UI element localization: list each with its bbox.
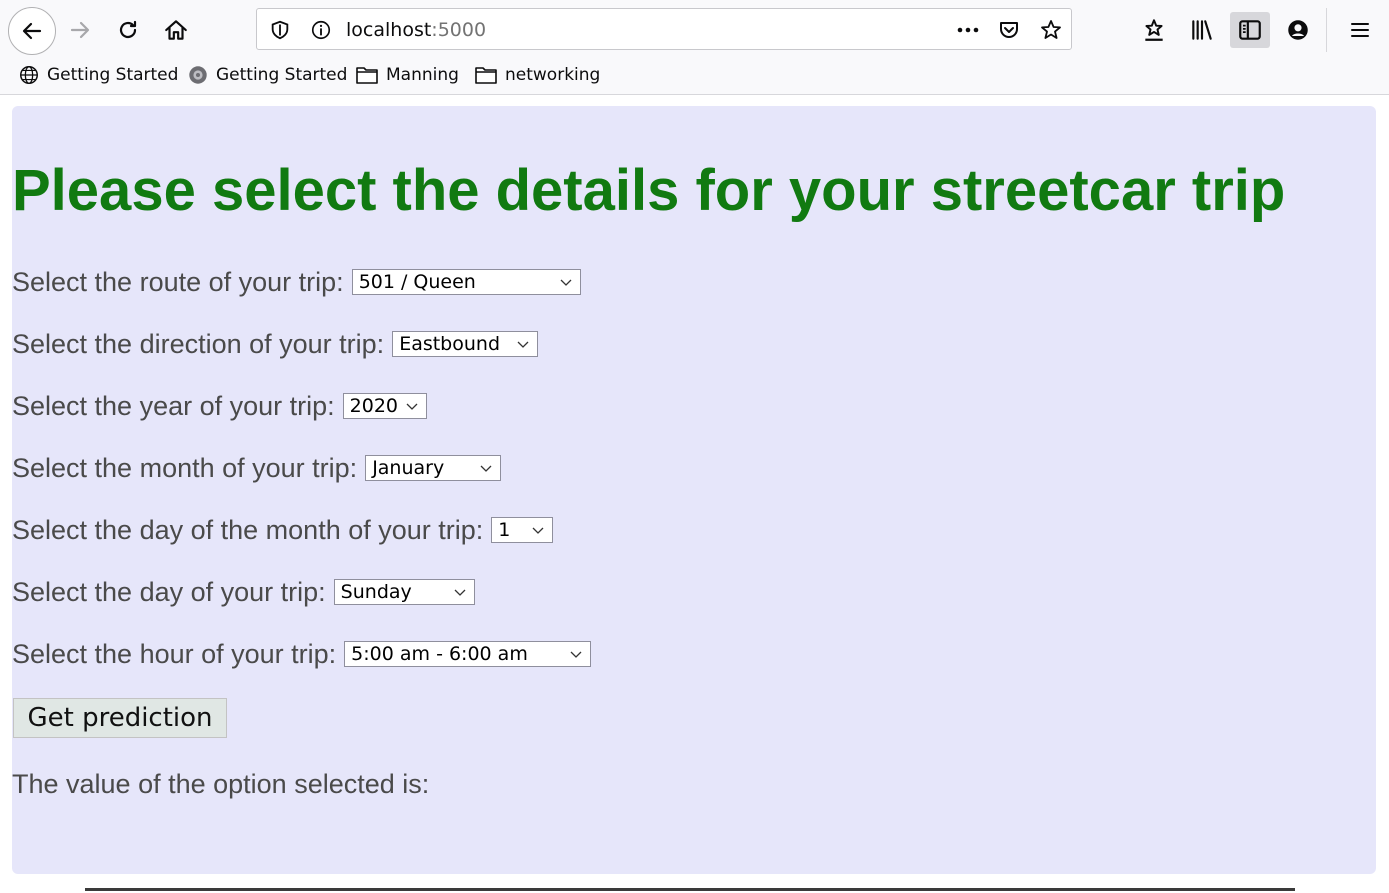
url-host: localhost (346, 19, 432, 41)
forward-button[interactable] (58, 8, 102, 52)
month-field: Select the month of your trip: January (12, 448, 502, 488)
folder-icon (475, 67, 497, 84)
info-icon[interactable] (310, 19, 332, 41)
get-prediction-button[interactable]: Get prediction (13, 698, 227, 738)
chevron-down-icon (454, 589, 466, 596)
bookmark-item[interactable]: networking (474, 58, 600, 92)
sidebar-icon (1239, 20, 1261, 40)
globe-icon (20, 66, 38, 84)
chevron-down-icon (480, 465, 492, 472)
bookmark-label: Getting Started (47, 65, 179, 85)
page-title: Please select the details for your stree… (12, 158, 1286, 223)
day-of-month-value: 1 (498, 519, 511, 541)
month-value: January (372, 457, 445, 479)
hour-label: Select the hour of your trip: (12, 638, 337, 669)
year-value: 2020 (349, 395, 399, 417)
hamburger-menu-icon (1351, 23, 1369, 37)
arrow-right-icon (70, 21, 90, 39)
reload-button[interactable] (106, 8, 150, 52)
direction-value: Eastbound (399, 333, 501, 355)
url-text[interactable]: localhost:5000 (346, 9, 486, 51)
bookmark-item[interactable]: Manning (355, 58, 459, 92)
result-text: The value of the option selected is: (12, 769, 430, 799)
account-icon (1288, 20, 1308, 40)
toolbar-divider (1326, 8, 1327, 52)
back-button[interactable] (8, 7, 56, 55)
route-label: Select the route of your trip: (12, 266, 344, 297)
day-of-week-value: Sunday (340, 581, 412, 603)
url-port: :5000 (431, 19, 487, 41)
reload-icon (119, 20, 137, 39)
chevron-down-icon (532, 527, 544, 534)
url-bar[interactable]: localhost:5000 (256, 8, 1072, 50)
hour-select[interactable]: 5:00 am - 6:00 am (344, 641, 592, 667)
star-icon[interactable] (1039, 18, 1063, 42)
chevron-down-icon (406, 403, 418, 410)
route-value: 501 / Queen (358, 271, 476, 293)
bookmark-label: Getting Started (216, 65, 348, 85)
day-of-month-select[interactable]: 1 (491, 517, 554, 543)
hour-value: 5:00 am - 6:00 am (351, 643, 528, 665)
home-button[interactable] (154, 8, 198, 52)
bookmarks-toolbar: Getting Started Getting Started Manning … (0, 58, 1389, 92)
chevron-down-icon (570, 651, 582, 658)
month-label: Select the month of your trip: (12, 452, 358, 483)
route-field: Select the route of your trip: 501 / Que… (12, 262, 581, 302)
direction-select[interactable]: Eastbound (392, 331, 539, 357)
window-bottom-edge (85, 888, 1295, 891)
browser-toolbar: localhost:5000 Getting Started Getting S… (0, 0, 1389, 95)
day-of-week-select[interactable]: Sunday (333, 579, 475, 605)
route-select[interactable]: 501 / Queen (351, 269, 581, 295)
day-of-month-label: Select the day of the month of your trip… (12, 514, 484, 545)
pocket-icon[interactable] (997, 18, 1021, 42)
year-field: Select the year of your trip: 2020 (12, 386, 427, 426)
shield-icon (271, 20, 289, 40)
menu-button[interactable] (1344, 12, 1376, 48)
bookmark-label: networking (505, 65, 601, 85)
bookmark-item[interactable]: Getting Started (187, 58, 347, 92)
day-of-week-field: Select the day of your trip: Sunday (12, 572, 475, 612)
direction-label: Select the direction of your trip: (12, 328, 385, 359)
year-select[interactable]: 2020 (342, 393, 427, 419)
star-list-icon (1145, 19, 1163, 41)
sidebar-button[interactable] (1230, 12, 1270, 48)
year-label: Select the year of your trip: (12, 390, 335, 421)
day-of-month-field: Select the day of the month of your trip… (12, 510, 554, 550)
day-of-week-label: Select the day of your trip: (12, 576, 326, 607)
library-icon (1192, 20, 1212, 40)
arrow-left-icon (22, 22, 42, 40)
folder-icon (356, 67, 378, 84)
home-icon (165, 20, 187, 40)
bookmark-label: Manning (386, 65, 459, 85)
chevron-down-icon (560, 279, 572, 286)
more-actions-icon[interactable] (955, 21, 981, 39)
bookmark-item[interactable]: Getting Started (18, 58, 178, 92)
hour-field: Select the hour of your trip: 5:00 am - … (12, 634, 592, 674)
account-button[interactable] (1282, 12, 1314, 48)
direction-field: Select the direction of your trip: Eastb… (12, 324, 539, 364)
month-select[interactable]: January (365, 455, 502, 481)
reading-list-button[interactable] (1138, 12, 1170, 48)
library-button[interactable] (1186, 12, 1218, 48)
firefox-icon (189, 66, 207, 84)
chevron-down-icon (517, 341, 529, 348)
